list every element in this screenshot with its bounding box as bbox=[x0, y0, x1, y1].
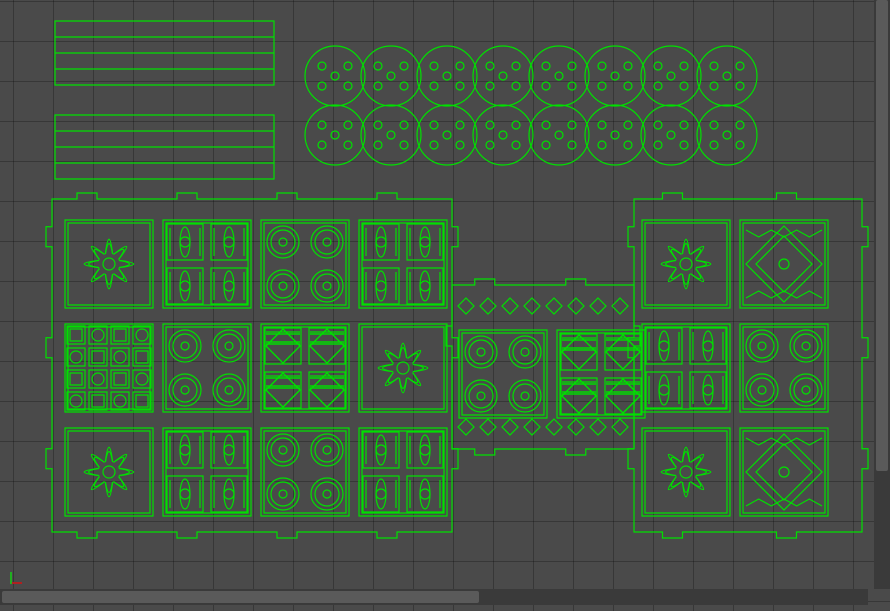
vertical-scrollbar[interactable] bbox=[874, 0, 890, 589]
vector-layer bbox=[0, 0, 890, 611]
vertical-scrollbar-thumb[interactable] bbox=[876, 0, 888, 471]
horizontal-scrollbar-thumb[interactable] bbox=[2, 591, 479, 603]
origin-axis-icon bbox=[10, 572, 22, 584]
cad-viewport[interactable] bbox=[0, 0, 890, 611]
horizontal-scrollbar[interactable] bbox=[0, 589, 868, 605]
